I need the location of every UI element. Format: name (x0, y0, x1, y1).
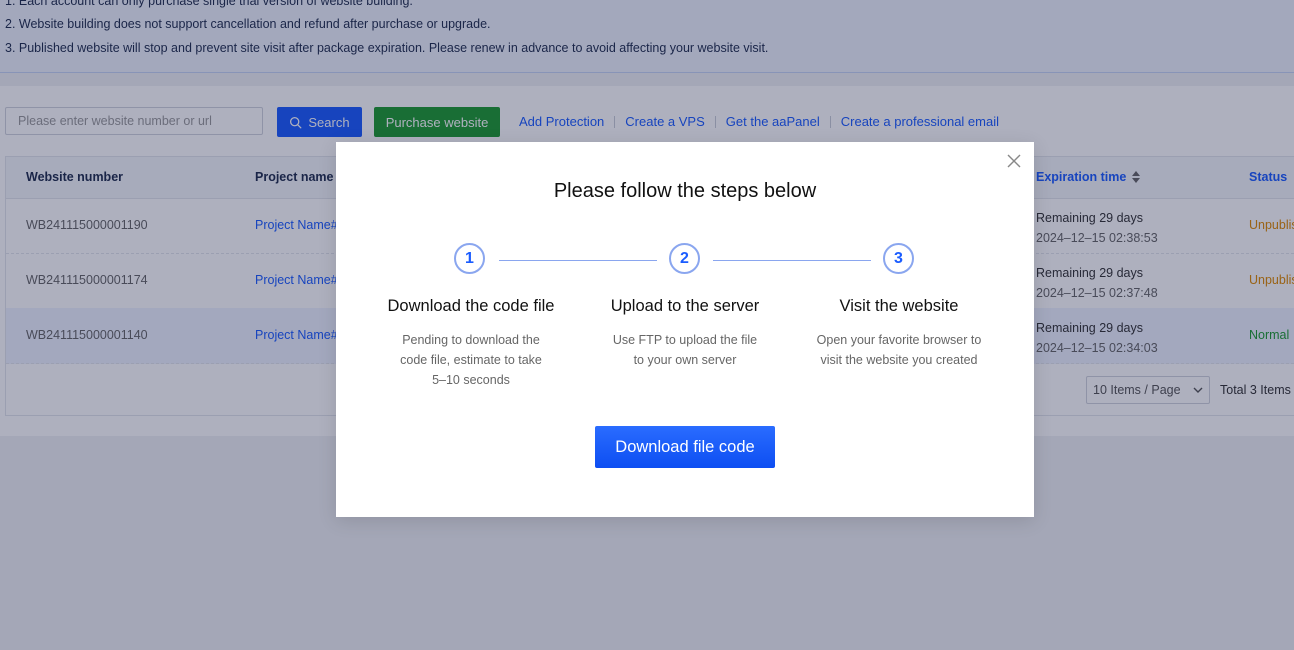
step-desc-1: Pending to download the code file, estim… (400, 333, 542, 387)
step-title-2: Upload to the server (610, 297, 760, 315)
steps-modal: Please follow the steps below 1 2 3 Down… (336, 142, 1034, 517)
step-number-3: 3 (883, 243, 914, 274)
step-number-2: 2 (669, 243, 700, 274)
step-desc-2: Use FTP to upload the file to your own s… (612, 333, 758, 367)
step-desc-3: Open your favorite browser to visit the … (816, 333, 982, 367)
modal-title: Please follow the steps below (553, 180, 817, 202)
download-file-code-button[interactable]: Download file code (595, 426, 775, 468)
close-icon[interactable] (1006, 153, 1022, 169)
step-connector (499, 260, 657, 261)
step-number-1: 1 (454, 243, 485, 274)
step-connector (713, 260, 871, 261)
step-title-1: Download the code file (387, 297, 555, 315)
step-title-3: Visit the website (839, 297, 959, 315)
page: 1. Each account can only purchase single… (0, 0, 1294, 650)
